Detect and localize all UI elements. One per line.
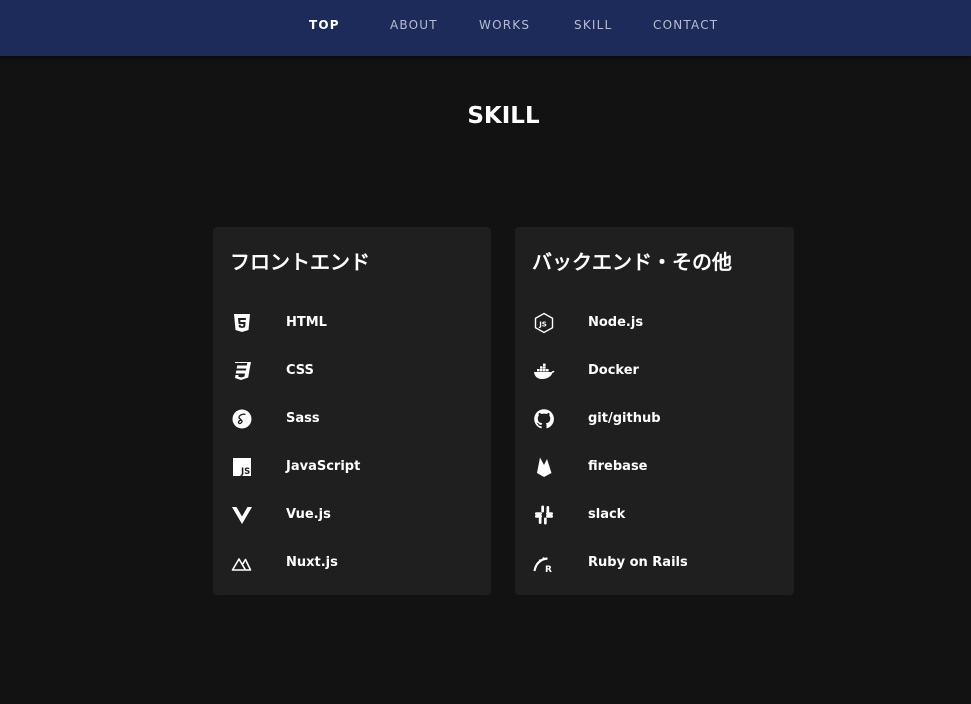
rails-icon: R	[532, 551, 556, 575]
backend-card: バックエンド・その他 JS Node.js Docker git/github …	[515, 227, 794, 595]
sass-icon	[230, 407, 254, 431]
nav-contact[interactable]: CONTACT	[653, 18, 718, 32]
slack-icon	[532, 503, 556, 527]
skill-label: git/github	[588, 411, 661, 426]
nav-skill[interactable]: SKILL	[574, 18, 612, 32]
skill-label: Sass	[286, 411, 320, 426]
backend-card-title: バックエンド・その他	[532, 250, 732, 274]
html5-icon	[230, 311, 254, 335]
nodejs-icon: JS	[532, 311, 556, 335]
frontend-card: フロントエンド HTML CSS Sass JS JavaScript Vue.…	[213, 227, 491, 595]
skill-label: Docker	[588, 363, 639, 378]
javascript-icon: JS	[230, 455, 254, 479]
skill-label: CSS	[286, 363, 314, 378]
skill-label: JavaScript	[286, 459, 361, 474]
skill-label: Ruby on Rails	[588, 555, 688, 570]
skill-nodejs: JS Node.js	[515, 311, 794, 335]
svg-text:R: R	[545, 565, 552, 575]
skill-docker: Docker	[515, 359, 794, 383]
nav-works[interactable]: WORKS	[479, 18, 530, 32]
skill-label: firebase	[588, 459, 648, 474]
skill-label: Vue.js	[286, 507, 331, 522]
skill-html: HTML	[213, 311, 491, 335]
nuxtjs-icon	[230, 551, 254, 575]
skill-label: HTML	[286, 315, 327, 330]
firebase-icon	[532, 455, 556, 479]
skill-label: Nuxt.js	[286, 555, 338, 570]
skill-css: CSS	[213, 359, 491, 383]
skill-javascript: JS JavaScript	[213, 455, 491, 479]
main-nav: TOP ABOUT WORKS SKILL CONTACT	[0, 0, 971, 50]
skill-vuejs: Vue.js	[213, 503, 491, 527]
frontend-card-title: フロントエンド	[230, 250, 370, 274]
nav-about[interactable]: ABOUT	[390, 18, 438, 32]
skill-slack: slack	[515, 503, 794, 527]
github-icon	[532, 407, 556, 431]
skill-github: git/github	[515, 407, 794, 431]
skill-sass: Sass	[213, 407, 491, 431]
app-bar: TOP ABOUT WORKS SKILL CONTACT	[0, 0, 971, 56]
page-title: SKILL	[467, 103, 540, 129]
skill-nuxtjs: Nuxt.js	[213, 551, 491, 575]
skill-label: Node.js	[588, 315, 644, 330]
skill-firebase: firebase	[515, 455, 794, 479]
skill-label: slack	[588, 507, 626, 522]
svg-text:JS: JS	[538, 321, 547, 329]
css3-icon	[230, 359, 254, 383]
skill-rails: R Ruby on Rails	[515, 551, 794, 575]
docker-icon	[532, 359, 556, 383]
vuejs-icon	[230, 503, 254, 527]
svg-text:JS: JS	[240, 467, 250, 477]
nav-top[interactable]: TOP	[309, 18, 340, 32]
